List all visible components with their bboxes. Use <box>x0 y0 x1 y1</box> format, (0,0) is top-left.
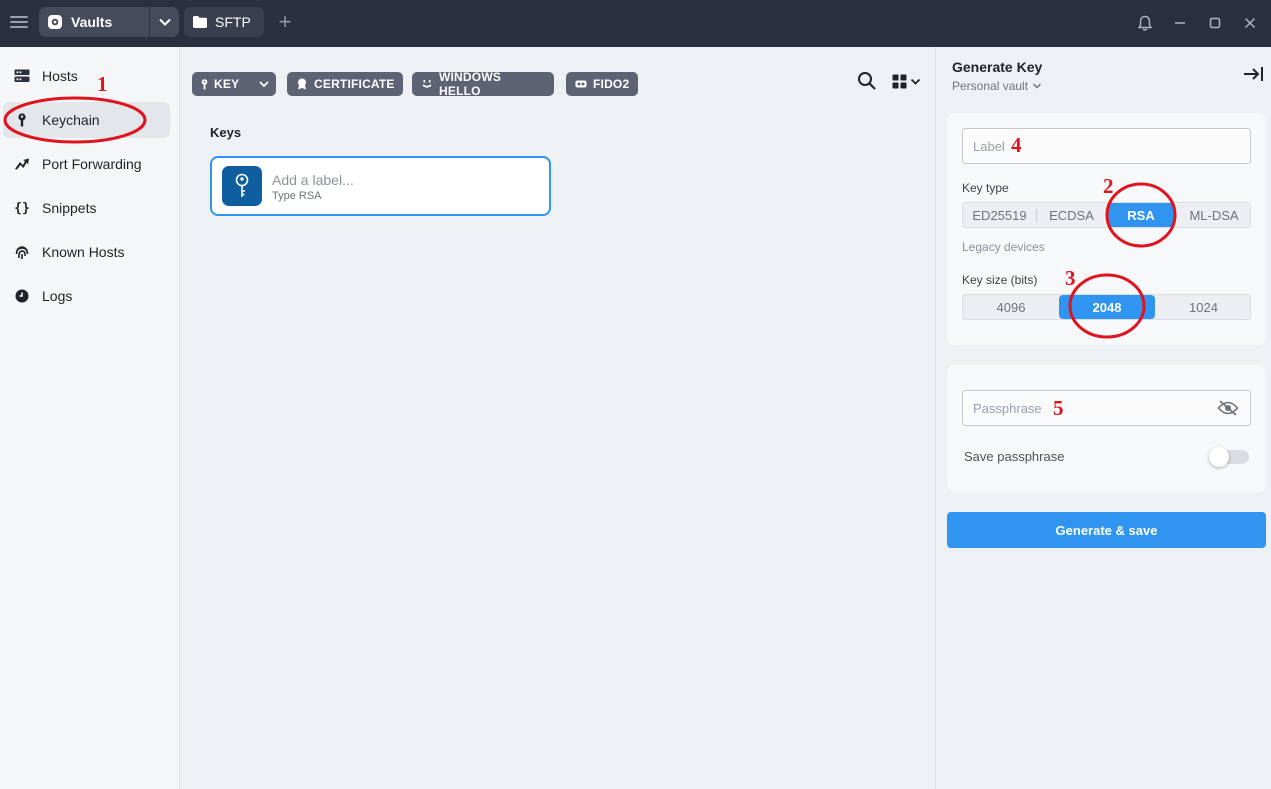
certificate-button-label: CERTIFICATE <box>314 77 395 91</box>
sidebar-item-hosts[interactable]: Hosts <box>3 58 170 94</box>
key-dropdown-button[interactable] <box>252 72 276 96</box>
new-key-button[interactable]: KEY <box>192 72 252 96</box>
toggle-knob <box>1209 447 1229 467</box>
annotation-number-2: 2 <box>1103 174 1114 198</box>
sidebar-item-known-hosts[interactable]: Known Hosts <box>3 234 170 270</box>
annotation-number-5: 5 <box>1053 396 1064 420</box>
chevron-down-icon <box>258 78 270 90</box>
vaults-tab[interactable]: Vaults <box>39 7 149 37</box>
collapse-panel-icon[interactable] <box>1243 65 1265 83</box>
key-size-1024[interactable]: 1024 <box>1155 295 1252 319</box>
panel-title: Generate Key <box>952 59 1043 75</box>
certificate-button[interactable]: CERTIFICATE <box>287 72 403 96</box>
passphrase-placeholder: Passphrase <box>973 400 1042 416</box>
hamburger-menu-icon[interactable] <box>10 13 28 31</box>
hosts-icon <box>14 68 30 84</box>
sidebar-item-label: Snippets <box>42 200 97 216</box>
sidebar-item-label: Keychain <box>42 112 100 128</box>
sidebar-item-label: Port Forwarding <box>42 156 142 172</box>
key-type-label: Key type <box>962 181 1009 195</box>
clock-icon <box>14 288 30 304</box>
key-type-rsa[interactable]: RSA <box>1107 203 1175 227</box>
key-badge-icon <box>222 166 262 206</box>
keys-section-title: Keys <box>210 125 242 140</box>
key-card-title: Add a label... <box>272 172 354 188</box>
key-card[interactable]: Add a label... Type RSA <box>210 156 551 216</box>
legacy-devices-hint: Legacy devices <box>962 240 1045 254</box>
sidebar-item-label: Hosts <box>42 68 78 84</box>
fingerprint-icon <box>14 244 30 260</box>
windows-hello-button-label: WINDOWS HELLO <box>439 70 502 98</box>
braces-icon: {} <box>14 200 30 216</box>
sftp-tab-label: SFTP <box>215 14 251 30</box>
key-icon <box>14 112 30 128</box>
save-passphrase-label: Save passphrase <box>964 449 1065 464</box>
folder-icon <box>193 16 207 28</box>
new-tab-button[interactable]: + <box>274 10 296 34</box>
fido2-button[interactable]: FIDO2 <box>566 72 638 96</box>
fido2-button-label: FIDO2 <box>593 77 630 91</box>
key-button-label: KEY <box>214 77 240 91</box>
key-size-4096[interactable]: 4096 <box>963 295 1059 319</box>
sidebar-item-keychain[interactable]: Keychain <box>3 102 170 138</box>
key-type-selector: ED25519 ECDSA RSA ML-DSA <box>962 202 1251 228</box>
search-icon[interactable] <box>857 71 877 91</box>
key-card-type: Type RSA <box>272 190 322 202</box>
key-size-2048[interactable]: 2048 <box>1059 295 1155 319</box>
usb-key-icon <box>575 80 587 88</box>
view-toggle-button[interactable] <box>892 74 921 89</box>
sidebar-item-logs[interactable]: Logs <box>3 278 170 314</box>
sidebar-item-port-forwarding[interactable]: Port Forwarding <box>3 146 170 182</box>
bell-icon[interactable] <box>1134 12 1156 34</box>
generate-key-panel: Generate Key Personal vault Label Key ty… <box>935 47 1271 789</box>
key-size-label: Key size (bits) <box>962 273 1038 287</box>
title-bar: Vaults SFTP + <box>0 0 1271 47</box>
maximize-icon[interactable] <box>1204 12 1226 34</box>
vault-selector[interactable]: Personal vault <box>952 79 1042 93</box>
generate-save-button[interactable]: Generate & save <box>947 512 1266 548</box>
chevron-down-icon <box>910 76 921 87</box>
port-forwarding-icon <box>14 156 30 172</box>
key-icon <box>201 78 208 90</box>
annotation-number-3: 3 <box>1065 266 1076 290</box>
annotation-number-1: 1 <box>97 72 108 96</box>
vault-logo-icon <box>47 14 63 30</box>
annotation-number-4: 4 <box>1011 133 1022 157</box>
sidebar-item-label: Logs <box>42 288 73 304</box>
key-type-ecdsa[interactable]: ECDSA <box>1037 203 1106 227</box>
key-type-ed25519[interactable]: ED25519 <box>963 203 1036 227</box>
key-settings-card: Label Key type ED25519 ECDSA RSA ML-DSA … <box>947 113 1266 345</box>
grid-view-icon <box>892 74 907 89</box>
vault-dropdown-button[interactable] <box>149 7 179 37</box>
save-passphrase-toggle[interactable] <box>1209 447 1249 467</box>
minimize-icon[interactable] <box>1169 12 1191 34</box>
key-type-ml-dsa[interactable]: ML-DSA <box>1176 203 1252 227</box>
sidebar-item-snippets[interactable]: {} Snippets <box>3 190 170 226</box>
chevron-down-icon <box>158 15 172 29</box>
vault-selector-label: Personal vault <box>952 79 1029 93</box>
close-icon[interactable] <box>1239 12 1261 34</box>
sidebar: Hosts Keychain Port Forwarding {} Snippe… <box>0 47 180 789</box>
smile-icon <box>421 79 433 89</box>
certificate-icon <box>296 78 308 90</box>
label-input[interactable]: Label <box>962 128 1251 164</box>
eye-off-icon[interactable] <box>1217 400 1239 416</box>
main-content: KEY CERTIFICATE WINDOWS HELLO FIDO2 Keys… <box>180 47 935 789</box>
passphrase-card: Passphrase Save passphrase <box>947 365 1266 492</box>
windows-hello-button[interactable]: WINDOWS HELLO <box>412 70 554 98</box>
vaults-tab-label: Vaults <box>71 14 113 30</box>
sftp-tab[interactable]: SFTP <box>184 7 264 37</box>
chevron-down-icon <box>1032 81 1042 91</box>
passphrase-input[interactable]: Passphrase <box>962 390 1251 426</box>
key-size-selector: 4096 2048 1024 <box>962 294 1251 320</box>
sidebar-item-label: Known Hosts <box>42 244 125 260</box>
